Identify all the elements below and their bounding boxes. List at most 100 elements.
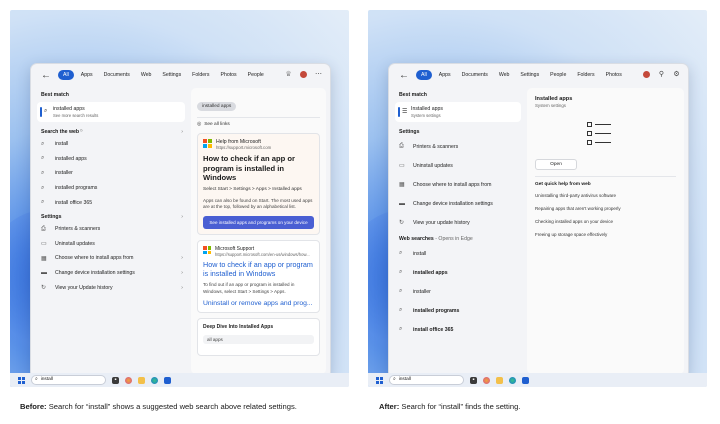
see-all-links[interactable]: ◎ See all links [197, 122, 320, 127]
copilot-icon[interactable] [125, 376, 132, 384]
setting-item[interactable]: ▭ Uninstall updates [35, 237, 187, 252]
update-icon: ↻ [399, 220, 405, 226]
setting-item-label: View your Update history [55, 284, 113, 291]
setting-item[interactable]: ↻ View your update history [393, 213, 523, 232]
tab-documents[interactable]: Documents [100, 70, 134, 80]
web-heading-sub: - Opens in Edge [435, 236, 473, 242]
deep-dive-title: Deep Dive Into Installed Apps [203, 323, 274, 330]
quick-help-link[interactable]: Freeing up storage space effectively [535, 232, 676, 237]
open-button[interactable]: Open [535, 159, 577, 170]
file-explorer-icon[interactable] [496, 376, 503, 384]
web-item[interactable]: ⌕ install office 365 [393, 320, 523, 339]
tab-apps[interactable]: Apps [77, 70, 97, 80]
setting-item[interactable]: ⎙ Printers & scanners [35, 222, 187, 237]
printer-icon: ⎙ [41, 225, 46, 232]
search-icon: ⌕ [35, 377, 38, 382]
search-icon: ⌕ [41, 184, 45, 191]
task-view-icon[interactable]: ▪ [470, 376, 477, 384]
setting-item[interactable]: ▦ Choose where to install apps from [393, 175, 523, 194]
edge-icon[interactable] [509, 376, 516, 384]
setting-item[interactable]: ⎙ Printers & scanners [393, 137, 523, 156]
deep-dive-card: Deep Dive Into Installed Apps all apps [197, 317, 320, 356]
store-icon[interactable] [164, 376, 171, 384]
search-panel: ← All Apps Documents Web Settings People… [388, 63, 689, 379]
tab-people[interactable]: People [546, 70, 570, 80]
task-view-icon[interactable]: ▪ [112, 376, 119, 384]
tab-photos[interactable]: Photos [602, 70, 626, 80]
update-icon: ↻ [41, 285, 47, 292]
tab-web[interactable]: Web [495, 70, 514, 80]
web-item[interactable]: ⌕ installed programs [393, 301, 523, 320]
edge-icon[interactable] [151, 376, 158, 384]
copilot-icon[interactable] [483, 376, 490, 384]
web-item[interactable]: ⌕ installed apps [35, 152, 187, 167]
quick-help-link[interactable]: Repairing apps that aren't working prope… [535, 206, 676, 211]
chevron-right-icon[interactable]: › [181, 129, 183, 135]
avatar[interactable] [300, 71, 307, 78]
best-match-heading: Best match [41, 92, 69, 98]
trophy-icon[interactable]: ♕ [285, 71, 292, 78]
settings-heading: Settings [393, 125, 523, 137]
deep-dive-item[interactable]: all apps [203, 334, 314, 344]
tab-photos[interactable]: Photos [216, 70, 240, 80]
setting-item[interactable]: ▬ Change device installation settings › [35, 266, 187, 281]
share-icon[interactable]: ⚲ [658, 71, 665, 78]
back-arrow-icon[interactable]: ← [41, 70, 55, 81]
web-item[interactable]: ⌕ installer [35, 166, 187, 181]
tab-documents[interactable]: Documents [458, 70, 492, 80]
tab-people[interactable]: People [244, 70, 268, 80]
search-icon: ⌕ [399, 269, 403, 275]
web-item-label: installed programs [413, 307, 460, 314]
search-panel: ← All Apps Documents Web Settings Folder… [30, 63, 331, 379]
windows-start-icon[interactable] [18, 376, 25, 384]
quick-help-heading: Get quick help from web [535, 182, 591, 187]
query-pill[interactable]: installed apps [197, 102, 237, 111]
setting-item[interactable]: ▦ Choose where to install apps from › [35, 251, 187, 266]
web-item[interactable]: ⌕ installed apps [393, 263, 523, 282]
tab-settings[interactable]: Settings [516, 70, 543, 80]
support-title[interactable]: How to check if an app or program is ins… [203, 260, 314, 278]
divider [197, 117, 320, 118]
web-item[interactable]: ⌕ install office 365 [35, 195, 187, 210]
gear-icon[interactable]: ⚙ [673, 71, 680, 78]
help-url[interactable]: https://support.microsoft.com [216, 145, 271, 150]
tab-settings[interactable]: Settings [158, 70, 185, 80]
windows-start-icon[interactable] [376, 376, 383, 384]
best-match-item[interactable]: ⌕ installed apps See more search results [37, 102, 185, 122]
back-arrow-icon[interactable]: ← [399, 70, 413, 81]
web-item[interactable]: ⌕ installer [393, 282, 523, 301]
taskbar-search-input[interactable]: ⌕ install [389, 375, 464, 385]
web-item[interactable]: ⌕ installed programs [35, 181, 187, 196]
printer-icon: ⎙ [399, 143, 404, 149]
more-icon[interactable]: ⋯ [315, 71, 322, 78]
support-url[interactable]: https://support.microsoft.com/en-us/wind… [215, 252, 310, 257]
setting-item[interactable]: ↻ View your Update history › [35, 280, 187, 295]
support-link[interactable]: Uninstall or remove apps and prog... [203, 300, 314, 307]
search-icon: ⌕ [44, 108, 48, 114]
avatar[interactable] [643, 71, 650, 78]
tab-all[interactable]: All [58, 70, 74, 80]
file-explorer-icon[interactable] [138, 376, 145, 384]
see-installed-apps-button[interactable]: See installed apps and programs on your … [203, 216, 314, 230]
see-all-links-label: See all links [204, 122, 230, 127]
taskbar-search-input[interactable]: ⌕ install [31, 375, 106, 385]
tab-folders[interactable]: Folders [188, 70, 213, 80]
setting-item[interactable]: ▬ Change device installation settings [393, 194, 523, 213]
help-steps: Select Start > Settings > Apps > Install… [203, 186, 302, 192]
best-match-item[interactable]: ☰ Installed apps System settings [395, 102, 521, 122]
tab-web[interactable]: Web [137, 70, 156, 80]
tab-all[interactable]: All [416, 70, 432, 80]
tab-apps[interactable]: Apps [435, 70, 455, 80]
web-item[interactable]: ⌕ install [35, 137, 187, 152]
search-icon: ⌕ [41, 155, 45, 162]
tab-folders[interactable]: Folders [573, 70, 598, 80]
quick-help-link[interactable]: Checking installed apps on your device [535, 219, 676, 224]
store-icon[interactable] [522, 376, 529, 384]
chevron-right-icon[interactable]: › [181, 214, 183, 220]
quick-help-link[interactable]: Uninstalling third-party antivirus softw… [535, 193, 676, 198]
web-item-label: install [413, 250, 427, 257]
results-list: Best match ☰ Installed apps System setti… [393, 88, 523, 374]
setting-item[interactable]: ▭ Uninstall updates [393, 156, 523, 175]
web-item[interactable]: ⌕ install [393, 244, 523, 263]
preview-pane: Installed apps System settings Open Get … [527, 88, 684, 374]
